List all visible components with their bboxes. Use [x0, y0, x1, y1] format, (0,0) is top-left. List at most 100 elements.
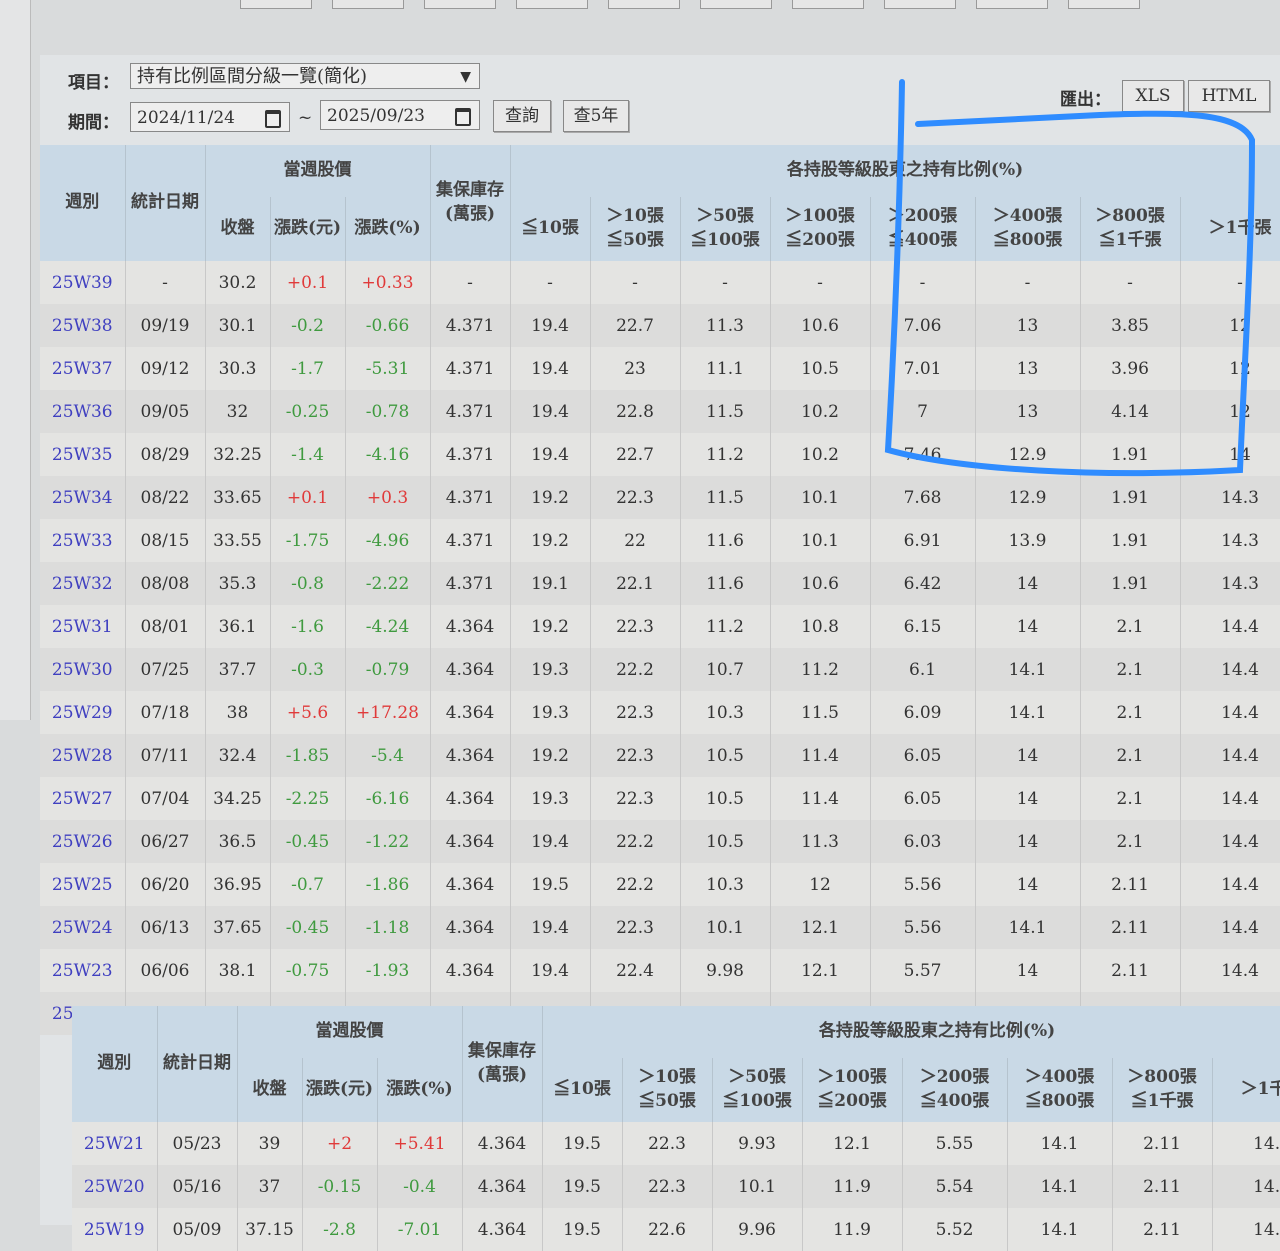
week-link[interactable]: 25W36	[40, 390, 126, 433]
table-row: 25W32 08/08 35.3 -0.8 -2.22 4.371 19.1 22.1 11.6…	[40, 562, 1280, 605]
query-button[interactable]: 查詢	[493, 100, 551, 132]
table-cell: 14	[975, 820, 1081, 863]
chevron-down-icon: ▼	[460, 69, 471, 85]
table-cell: 19.4	[510, 820, 591, 863]
table-cell: 10.5	[680, 777, 771, 820]
table-cell: 07/04	[125, 777, 206, 820]
table-cell: -	[680, 261, 771, 304]
date-to-input[interactable]: 2025/09/23	[320, 100, 480, 130]
table-cell: 22.8	[590, 390, 681, 433]
top-button[interactable]	[884, 0, 956, 9]
week-link[interactable]: 25W24	[40, 906, 126, 949]
table-cell: 2.1	[1080, 820, 1181, 863]
week-link[interactable]: 25W29	[40, 691, 126, 734]
top-button[interactable]	[332, 0, 404, 9]
table-cell: -0.79	[345, 648, 431, 691]
table-cell: -0.15	[302, 1165, 378, 1208]
table-cell: 2.1	[1080, 691, 1181, 734]
week-link[interactable]: 25W23	[40, 949, 126, 992]
table-cell: -	[870, 261, 976, 304]
header-level: ＞50張≦100張	[680, 197, 771, 261]
week-link[interactable]: 25W20	[72, 1165, 158, 1208]
top-button[interactable]	[608, 0, 680, 9]
table-cell: -0.66	[345, 304, 431, 347]
calendar-icon[interactable]	[265, 110, 281, 128]
table-cell: -0.3	[270, 648, 346, 691]
table-cell: 22.7	[590, 304, 681, 347]
header-level: ＞800張≦1千張	[1080, 197, 1181, 261]
table-cell: 19.5	[542, 1165, 623, 1208]
table-cell: 1.91	[1080, 519, 1181, 562]
table-cell: 11.6	[680, 562, 771, 605]
week-link[interactable]: 25W27	[40, 777, 126, 820]
table-cell: 22.4	[590, 949, 681, 992]
table-cell: 12	[770, 863, 871, 906]
table-cell: 4.364	[430, 863, 511, 906]
table-row: 25W39-30.2 +0.1 +0.33- - - - - - - - -	[40, 261, 1280, 304]
export-xls-button[interactable]: XLS	[1122, 80, 1184, 112]
week-link[interactable]: 25W31	[40, 605, 126, 648]
week-link[interactable]: 25W32	[40, 562, 126, 605]
calendar-icon[interactable]	[455, 108, 471, 126]
table-cell: 10.2	[770, 390, 871, 433]
table-cell: 39	[237, 1122, 303, 1165]
week-link[interactable]: 25W30	[40, 648, 126, 691]
date-separator: ~	[298, 108, 313, 128]
table-cell: -1.18	[345, 906, 431, 949]
table-cell: 22.6	[622, 1208, 713, 1251]
week-link[interactable]: 25W25	[40, 863, 126, 906]
header-level: ＞200張≦400張	[902, 1058, 1008, 1122]
query-5-years-button[interactable]: 查5年	[563, 100, 629, 132]
table-cell: 4.364	[430, 820, 511, 863]
week-link[interactable]: 25W26	[40, 820, 126, 863]
top-button[interactable]	[240, 0, 312, 9]
top-button[interactable]	[424, 0, 496, 9]
table-cell: 14.4	[1180, 949, 1280, 992]
date-to-value: 2025/09/23	[327, 106, 425, 126]
week-link[interactable]: 25W37	[40, 347, 126, 390]
table-cell: 06/06	[125, 949, 206, 992]
week-link[interactable]: 25W28	[40, 734, 126, 777]
week-link[interactable]: 25W34	[40, 476, 126, 519]
date-from-input[interactable]: 2024/11/24	[130, 102, 290, 132]
table-cell: 7.68	[870, 476, 976, 519]
table-cell: 14.1	[1007, 1208, 1113, 1251]
week-link[interactable]: 25W35	[40, 433, 126, 476]
top-button[interactable]	[700, 0, 772, 9]
table-row: 25W25 06/20 36.95 -0.7 -1.86 4.364 19.5 22.2 10.…	[40, 863, 1280, 906]
table-cell: 19.2	[510, 519, 591, 562]
table-row: 25W29 07/18 38 +5.6 +17.28 4.364 19.3 22.3 10.3 1…	[40, 691, 1280, 734]
table-cell: 14.4	[1212, 1122, 1280, 1165]
header-level: ＞1千張	[1212, 1058, 1280, 1122]
week-link[interactable]: 25W19	[72, 1208, 158, 1251]
table-cell: 07/18	[125, 691, 206, 734]
table-cell: 14.3	[1180, 476, 1280, 519]
table-cell: 37.15	[237, 1208, 303, 1251]
header-change-pct: 漲跌(%)	[345, 197, 431, 261]
table-cell: 14.4	[1180, 605, 1280, 648]
table-cell: 10.5	[680, 734, 771, 777]
top-button[interactable]	[1068, 0, 1140, 9]
week-link[interactable]: 25W21	[72, 1122, 158, 1165]
top-button[interactable]	[976, 0, 1048, 9]
week-link[interactable]: 25W39	[40, 261, 126, 304]
table-cell: -0.7	[270, 863, 346, 906]
table-cell: +0.1	[270, 261, 346, 304]
header-price-group: 當週股價	[205, 145, 431, 197]
table-cell: -0.78	[345, 390, 431, 433]
table-row: 25W26 06/27 36.5 -0.45 -1.22 4.364 19.4 22.2 10.…	[40, 820, 1280, 863]
item-select[interactable]: 持有比例區間分級一覽(簡化) ▼	[130, 63, 480, 89]
table-cell: 4.371	[430, 562, 511, 605]
table-cell: 22.2	[590, 648, 681, 691]
header-custody: 集保庫存(萬張)	[430, 145, 511, 261]
top-button[interactable]	[792, 0, 864, 9]
top-button[interactable]	[516, 0, 588, 9]
header-change-yuan: 漲跌(元)	[270, 197, 346, 261]
table-cell: 10.2	[770, 433, 871, 476]
table-cell: 4.371	[430, 433, 511, 476]
table-cell: 10.3	[680, 691, 771, 734]
week-link[interactable]: 25W33	[40, 519, 126, 562]
table-cell: 14	[975, 605, 1081, 648]
week-link[interactable]: 25W38	[40, 304, 126, 347]
export-html-button[interactable]: HTML	[1188, 80, 1270, 112]
